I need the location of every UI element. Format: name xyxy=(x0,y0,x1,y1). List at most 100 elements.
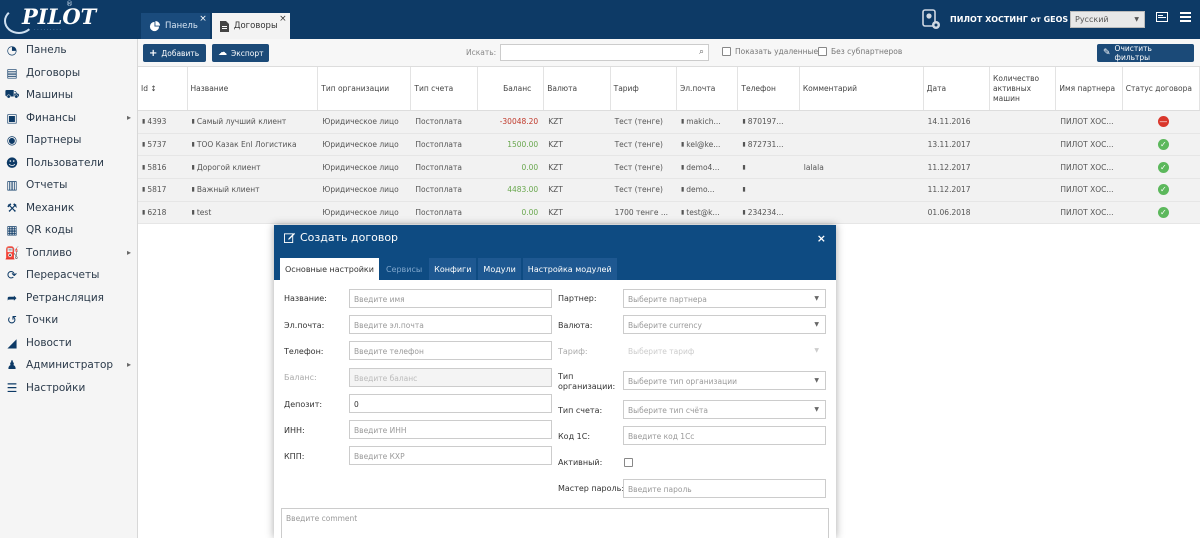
copy-icon[interactable]: ▮ xyxy=(681,164,684,171)
currency-select[interactable]: Выберите currency ▼ xyxy=(623,315,826,334)
copy-icon[interactable]: ▮ xyxy=(192,186,195,193)
export-button[interactable]: ☁ Экспорт xyxy=(212,44,269,62)
email-field[interactable]: Введите эл.почта xyxy=(349,315,552,334)
comment-textarea[interactable]: Введите comment xyxy=(281,508,829,538)
column-header-id[interactable]: Id ↕ xyxy=(138,67,188,110)
sidebar-item-cars[interactable]: ⛟ Машины xyxy=(0,84,137,107)
column-header-cars[interactable]: Количество активных машин xyxy=(990,67,1057,110)
copy-icon[interactable]: ▮ xyxy=(681,141,684,148)
table-cell-cars xyxy=(990,179,1056,201)
column-header-comment[interactable]: Комментарий xyxy=(800,67,924,110)
table-row[interactable]: ▮ 5737 ▮ ТОО Казак Enl Логистика Юридическое… xyxy=(138,133,1200,157)
cell-text: Постоплата xyxy=(415,185,462,195)
column-header-balance[interactable]: Баланс xyxy=(478,67,545,110)
sidebar-item-panel[interactable]: ◔ Панель xyxy=(0,39,137,62)
sidebar-item-fuel[interactable]: ⛽ Топливо ▸ xyxy=(0,242,137,265)
table-row[interactable]: ▮ 5817 ▮ Важный клиент Юридическое лицо Посто… xyxy=(138,179,1200,202)
copy-icon[interactable]: ▮ xyxy=(192,209,195,216)
phone-field[interactable]: Введите телефон xyxy=(349,341,552,360)
column-header-currency[interactable]: Валюта xyxy=(544,67,611,110)
add-button[interactable]: + Добавить xyxy=(143,44,206,62)
copy-icon[interactable]: ▮ xyxy=(742,186,745,193)
card-icon[interactable] xyxy=(1156,12,1168,22)
column-header-accttype[interactable]: Тип счета xyxy=(411,67,478,110)
search-icon[interactable]: ⌕ xyxy=(699,47,704,57)
checkbox-box[interactable] xyxy=(722,47,731,56)
copy-icon[interactable]: ▮ xyxy=(192,164,195,171)
copy-icon[interactable]: ▮ xyxy=(142,141,145,148)
column-header-status[interactable]: Статус договора xyxy=(1123,67,1200,110)
show-deleted-checkbox[interactable]: Показать удаленные xyxy=(722,47,818,56)
copy-icon[interactable]: ▮ xyxy=(681,186,684,193)
table-cell-org: Юридическое лицо xyxy=(318,202,411,224)
cell-text: 01.06.2018 xyxy=(927,208,971,218)
wrench-icon: ⚒ xyxy=(6,200,18,215)
accttype-select[interactable]: Выберите тип счёта ▼ xyxy=(623,400,826,419)
copy-icon[interactable]: ▮ xyxy=(142,186,145,193)
table-row[interactable]: ▮ 4393 ▮ Самый лучший клиент Юридическое лиц… xyxy=(138,111,1200,134)
column-header-name[interactable]: Название xyxy=(188,67,319,110)
copy-icon[interactable]: ▮ xyxy=(742,164,745,171)
column-header-date[interactable]: Дата xyxy=(924,67,990,110)
sidebar-item-news[interactable]: ◢ Новости xyxy=(0,332,137,355)
sidebar-item-points[interactable]: ↺ Точки xyxy=(0,309,137,332)
sidebar-item-settings[interactable]: ☰ Настройки xyxy=(0,377,137,400)
copy-icon[interactable]: ▮ xyxy=(192,118,195,125)
dashboard-icon: ◔ xyxy=(6,43,18,58)
checkbox-box[interactable] xyxy=(818,47,827,56)
tab-configs[interactable]: Конфиги xyxy=(429,258,477,280)
column-header-phone[interactable]: Телефон xyxy=(738,67,800,110)
orgtype-select[interactable]: Выберите тип организации ▼ xyxy=(623,371,826,390)
column-header-partner[interactable]: Имя партнера xyxy=(1056,67,1123,110)
table-row[interactable]: ▮ 5816 ▮ Дорогой клиент Юридическое лицо Пост… xyxy=(138,156,1200,180)
column-header-tariff[interactable]: Тариф xyxy=(611,67,677,110)
close-icon[interactable]: × xyxy=(817,232,826,245)
sidebar-item-reports[interactable]: ▥ Отчеты xyxy=(0,174,137,197)
copy-icon[interactable]: ▮ xyxy=(681,209,684,216)
copy-icon[interactable]: ▮ xyxy=(192,141,195,148)
kpp-field[interactable]: Введите КХР xyxy=(349,446,552,465)
sidebar-item-relay[interactable]: ➦ Ретрансляция xyxy=(0,287,137,310)
column-header-orgtype[interactable]: Тип организации xyxy=(318,67,412,110)
deposit-field[interactable]: 0 xyxy=(349,394,552,413)
copy-icon[interactable]: ▮ xyxy=(742,141,745,148)
sidebar-item-recalc[interactable]: ⟳ Перерасчеты xyxy=(0,264,137,287)
table-row[interactable]: ▮ 6218 ▮ test Юридическое лицо Постоплата 0.00… xyxy=(138,201,1200,225)
code1c-field[interactable]: Введите код 1Сс xyxy=(623,426,826,445)
sidebar-item-admin[interactable]: ♟ Администратор ▸ xyxy=(0,354,137,377)
tab-module-settings[interactable]: Настройка модулей xyxy=(522,258,617,280)
column-header-email[interactable]: Эл.почта xyxy=(677,67,739,110)
sidebar-item-contracts[interactable]: ▤ Договоры xyxy=(0,62,137,85)
sidebar-item-users[interactable]: ☻ Пользователи xyxy=(0,152,137,175)
pilot-logo[interactable]: PILOT ® · · · · · · · · · xyxy=(0,0,138,39)
copy-icon[interactable]: ▮ xyxy=(742,209,745,216)
language-select[interactable]: Русский ▼ xyxy=(1070,11,1145,28)
copy-icon[interactable]: ▮ xyxy=(742,118,745,125)
partner-select[interactable]: Выберите партнера ▼ xyxy=(623,289,826,308)
name-field[interactable]: Введите имя xyxy=(349,289,552,308)
menu-icon[interactable] xyxy=(1180,12,1191,22)
no-subpartners-checkbox[interactable]: Без субпартнеров xyxy=(818,47,902,56)
inn-field[interactable]: Введите ИНН xyxy=(349,420,552,439)
sidebar-item-finance[interactable]: ▣ Финансы ▸ xyxy=(0,107,137,130)
hosting-brand: ПИЛОТ ХОСТИНГ от GEOS xyxy=(920,6,1068,33)
copy-icon[interactable]: ▮ xyxy=(142,118,145,125)
tab-close-icon[interactable]: × xyxy=(279,14,287,24)
copy-icon[interactable]: ▮ xyxy=(681,118,684,125)
tab-modules[interactable]: Модули xyxy=(478,258,521,280)
tab-panel[interactable]: Панель × xyxy=(141,13,210,39)
sidebar-item-partners[interactable]: ◉ Партнеры xyxy=(0,129,137,152)
copy-icon[interactable]: ▮ xyxy=(142,164,145,171)
search-input[interactable]: ⌕ xyxy=(500,44,709,61)
copy-icon[interactable]: ▮ xyxy=(142,209,145,216)
sidebar-item-mechanic[interactable]: ⚒ Механик xyxy=(0,197,137,220)
tab-contracts[interactable]: Договоры × xyxy=(211,13,290,39)
master-password-field[interactable]: Введите пароль xyxy=(623,479,826,498)
cell-text: kel@ke... xyxy=(686,140,721,150)
tab-main-settings[interactable]: Основные настройки xyxy=(280,258,379,280)
contracts-table: Id ↕ Название Тип организации Тип счета … xyxy=(138,67,1200,225)
active-checkbox[interactable] xyxy=(624,458,633,467)
tab-close-icon[interactable]: × xyxy=(199,14,207,24)
sidebar-item-qr[interactable]: ▦ QR коды xyxy=(0,219,137,242)
clear-filters-button[interactable]: ✎ Очистить фильтры xyxy=(1097,44,1194,62)
